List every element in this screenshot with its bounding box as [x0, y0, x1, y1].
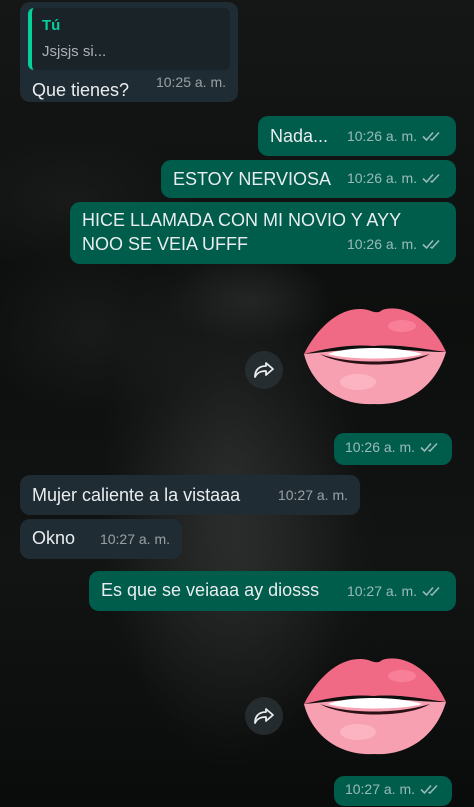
forward-button[interactable]: [245, 697, 283, 735]
message-meta: 10:26 a. m.: [345, 435, 442, 459]
sticker-time-badge: 10:27 a. m.: [334, 776, 452, 806]
double-check-icon: [422, 586, 440, 597]
double-check-icon: [422, 173, 440, 184]
message-time: 10:27 a. m.: [346, 583, 417, 599]
message-time: 10:26 a. m.: [346, 170, 417, 186]
message-time: 10:26 a. m.: [346, 128, 417, 144]
quoted-message[interactable]: Tú Jsjsjs si...: [28, 8, 230, 70]
message-outgoing[interactable]: Nada... 10:26 a. m.: [258, 116, 456, 156]
message-meta: 10:27 a. m.: [347, 579, 444, 603]
forward-arrow-icon: [254, 362, 274, 378]
message-incoming-reply[interactable]: Tú Jsjsjs si... Que tienes? 10:25 a. m.: [20, 2, 238, 102]
message-incoming[interactable]: Mujer caliente a la vistaaa 10:27 a. m.: [20, 475, 360, 515]
double-check-icon: [422, 131, 440, 142]
message-meta: 10:27 a. m.: [345, 777, 442, 801]
message-meta: 10:26 a. m.: [347, 232, 444, 256]
message-time: 10:26 a. m.: [344, 439, 415, 455]
double-check-icon: [422, 239, 440, 250]
quote-author: Tú: [42, 17, 61, 34]
biting-lips-emoji[interactable]: [298, 296, 450, 408]
double-check-icon: [420, 784, 438, 795]
message-meta: 10:27 a. m.: [100, 527, 170, 551]
forward-arrow-icon: [254, 708, 274, 724]
message-time: 10:27 a. m.: [277, 487, 348, 503]
biting-lips-emoji[interactable]: [298, 646, 450, 758]
message-time: 10:27 a. m.: [344, 781, 415, 797]
forward-button[interactable]: [245, 351, 283, 389]
sticker-time-badge: 10:26 a. m.: [334, 433, 452, 465]
message-time: 10:27 a. m.: [99, 531, 170, 547]
quote-text: Jsjsjs si...: [42, 43, 107, 60]
message-outgoing[interactable]: ESTOY NERVIOSA 10:26 a. m.: [161, 160, 456, 198]
message-incoming[interactable]: Okno 10:27 a. m.: [20, 519, 182, 559]
message-meta: 10:27 a. m.: [278, 483, 348, 507]
message-outgoing[interactable]: Es que se veiaaa ay diosss 10:27 a. m.: [89, 571, 456, 611]
message-meta: 10:26 a. m.: [347, 124, 444, 148]
message-time: 10:26 a. m.: [346, 236, 417, 252]
double-check-icon: [420, 442, 438, 453]
message-time: 10:25 a. m.: [155, 74, 226, 90]
message-meta: 10:26 a. m.: [347, 166, 444, 190]
message-outgoing[interactable]: HICE LLAMADA CON MI NOVIO Y AYY NOO SE V…: [70, 202, 456, 264]
